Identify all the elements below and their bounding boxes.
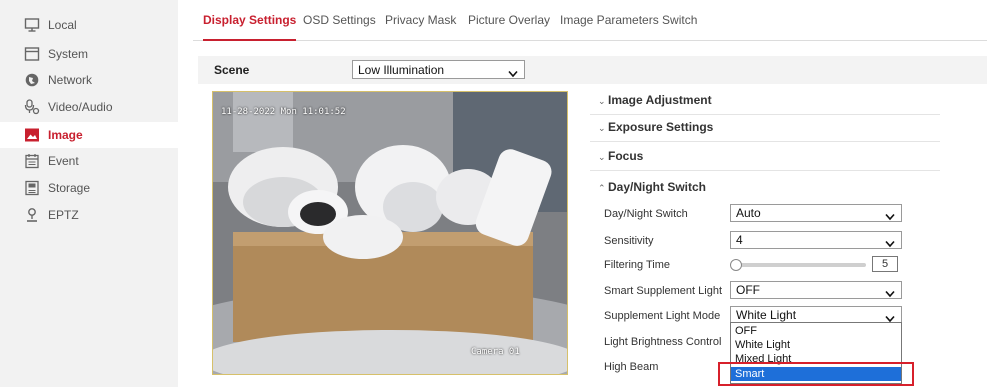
tab-display-settings[interactable]: Display Settings	[203, 0, 297, 41]
section-title: Day/Night Switch	[608, 180, 707, 194]
day-night-switch-value: Auto	[736, 206, 761, 220]
supplement-light-mode-value: White Light	[736, 307, 797, 322]
sensitivity-select[interactable]: 4	[730, 231, 902, 249]
chevron-down-icon: ⌄	[598, 152, 606, 162]
sidebar-item-label: Local	[48, 18, 77, 32]
camera-scene-image	[213, 92, 567, 374]
live-video-preview[interactable]: 11-28-2022 Mon 11:01:52 Camera 01	[212, 91, 568, 375]
tab-picture-overlay[interactable]: Picture Overlay	[468, 0, 550, 40]
chevron-down-icon: ⌄	[598, 123, 606, 133]
filtering-time-slider-handle[interactable]	[730, 259, 742, 271]
sidebar-item-label: EPTZ	[48, 208, 79, 222]
system-icon	[24, 46, 40, 62]
scene-select[interactable]: Low Illumination	[352, 60, 525, 79]
sidebar: Local System Network Video/Audio Image E…	[0, 0, 178, 387]
option-smart[interactable]: Smart	[731, 367, 901, 381]
option-off[interactable]: OFF	[731, 324, 901, 338]
filtering-time-label: Filtering Time	[604, 259, 671, 271]
smart-supplement-light-value: OFF	[736, 283, 760, 297]
sidebar-item-label: Image	[48, 128, 83, 142]
supplement-light-mode-options: OFF White Light Mixed Light Smart	[730, 322, 902, 384]
section-day-night-switch[interactable]: ⌃ Day/Night Switch	[590, 175, 940, 201]
sidebar-item-label: System	[48, 47, 89, 61]
chevron-down-icon	[885, 311, 895, 322]
scene-row: Scene	[198, 56, 987, 84]
tab-image-parameters-switch[interactable]: Image Parameters Switch	[560, 0, 697, 40]
tab-privacy-mask[interactable]: Privacy Mask	[385, 0, 456, 40]
day-night-switch-select[interactable]: Auto	[730, 204, 902, 222]
chevron-down-icon	[508, 66, 518, 77]
sidebar-item-label: Network	[48, 73, 93, 87]
supplement-light-mode-label: Supplement Light Mode	[604, 310, 721, 322]
scene-select-value: Low Illumination	[358, 62, 445, 77]
section-title: Exposure Settings	[608, 120, 714, 134]
video-audio-icon	[24, 99, 40, 115]
section-image-adjustment[interactable]: ⌄ Image Adjustment	[590, 88, 940, 115]
scene-label: Scene	[214, 63, 250, 77]
filtering-time-input[interactable]: 5	[872, 256, 898, 272]
storage-icon	[24, 180, 40, 196]
event-icon	[24, 153, 40, 169]
day-night-switch-label: Day/Night Switch	[604, 208, 688, 220]
tab-osd-settings[interactable]: OSD Settings	[303, 0, 376, 40]
option-white-light[interactable]: White Light	[731, 338, 901, 352]
sensitivity-value: 4	[736, 233, 743, 247]
smart-supplement-light-label: Smart Supplement Light	[604, 285, 723, 297]
image-icon	[24, 127, 40, 143]
section-title: Focus	[608, 149, 644, 163]
section-exposure-settings[interactable]: ⌄ Exposure Settings	[590, 115, 940, 142]
option-mixed-light[interactable]: Mixed Light	[731, 352, 901, 366]
chevron-down-icon	[885, 287, 895, 298]
sidebar-item-local[interactable]: Local	[0, 12, 178, 38]
chevron-down-icon	[885, 237, 895, 248]
eptz-icon	[24, 207, 40, 223]
section-title: Image Adjustment	[608, 93, 712, 107]
chevron-down-icon	[885, 210, 895, 221]
monitor-icon	[24, 17, 40, 33]
section-focus[interactable]: ⌄ Focus	[590, 144, 940, 171]
supplement-light-mode-select[interactable]: White Light	[730, 306, 902, 323]
sidebar-item-storage[interactable]: Storage	[0, 175, 178, 201]
sidebar-item-network[interactable]: Network	[0, 67, 178, 93]
sidebar-item-label: Video/Audio	[48, 100, 113, 114]
settings-tabs: Display Settings OSD Settings Privacy Ma…	[193, 0, 987, 41]
sidebar-item-label: Event	[48, 154, 79, 168]
network-icon	[24, 72, 40, 88]
sidebar-item-event[interactable]: Event	[0, 148, 178, 174]
sidebar-item-video-audio[interactable]: Video/Audio	[0, 94, 178, 120]
sensitivity-label: Sensitivity	[604, 235, 654, 247]
sidebar-item-image[interactable]: Image	[0, 122, 178, 148]
osd-datetime: 11-28-2022 Mon 11:01:52	[221, 107, 346, 117]
high-beam-label: High Beam	[604, 361, 659, 373]
osd-camera-name: Camera 01	[471, 347, 520, 357]
filtering-time-slider-track[interactable]	[736, 263, 866, 267]
light-brightness-control-label: Light Brightness Control	[604, 336, 722, 348]
chevron-down-icon: ⌄	[598, 96, 606, 106]
sidebar-item-system[interactable]: System	[0, 41, 178, 67]
sidebar-item-eptz[interactable]: EPTZ	[0, 202, 178, 228]
smart-supplement-light-select[interactable]: OFF	[730, 281, 902, 299]
sidebar-item-label: Storage	[48, 181, 91, 195]
chevron-up-icon: ⌃	[598, 183, 606, 193]
